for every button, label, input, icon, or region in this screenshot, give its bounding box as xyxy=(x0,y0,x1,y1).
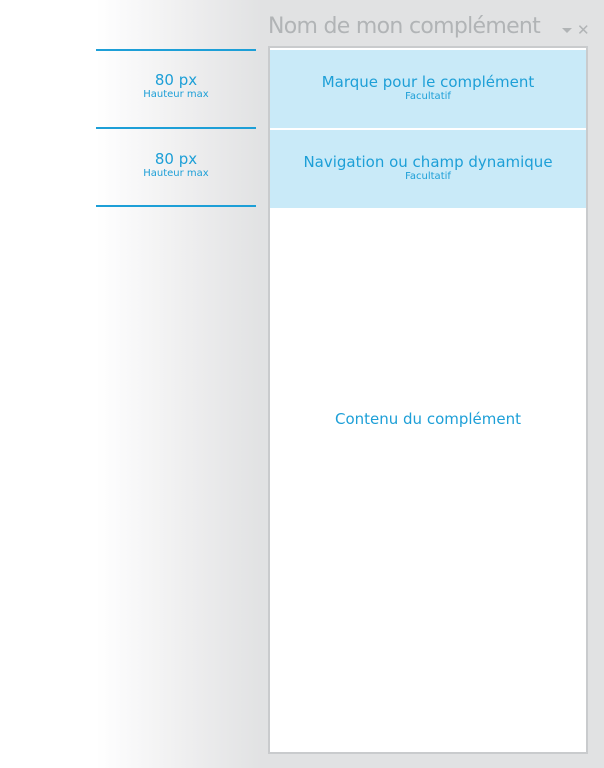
navigation-band-title: Navigation ou champ dynamique xyxy=(303,153,553,171)
measurement-2-label: Hauteur max xyxy=(143,168,209,179)
measurement-1-value: 80 px xyxy=(154,71,198,89)
branding-band: Marque pour le complément Facultatif xyxy=(270,50,586,128)
measure-line-middle xyxy=(96,127,256,129)
measurement-1: 80 px Hauteur max xyxy=(96,71,256,100)
pane-controls: ✕ xyxy=(559,22,591,38)
measure-line-bottom xyxy=(96,205,256,207)
chevron-down-icon[interactable] xyxy=(562,28,572,33)
navigation-band: Navigation ou champ dynamique Facultatif xyxy=(270,130,586,208)
measurement-1-label: Hauteur max xyxy=(143,89,209,100)
pane-title: Nom de mon complément xyxy=(268,14,541,39)
diagram-canvas: Nom de mon complément ✕ Marque pour le c… xyxy=(0,0,604,768)
measurement-2: 80 px Hauteur max xyxy=(96,150,256,179)
branding-band-subtitle: Facultatif xyxy=(405,91,451,102)
content-area-label: Contenu du complément xyxy=(334,410,522,428)
task-pane: Marque pour le complément Facultatif Nav… xyxy=(268,46,588,754)
navigation-band-subtitle: Facultatif xyxy=(405,171,451,182)
measurement-2-value: 80 px xyxy=(154,150,198,168)
measure-line-top xyxy=(96,49,256,51)
branding-band-title: Marque pour le complément xyxy=(321,73,535,91)
close-icon[interactable]: ✕ xyxy=(577,22,590,38)
